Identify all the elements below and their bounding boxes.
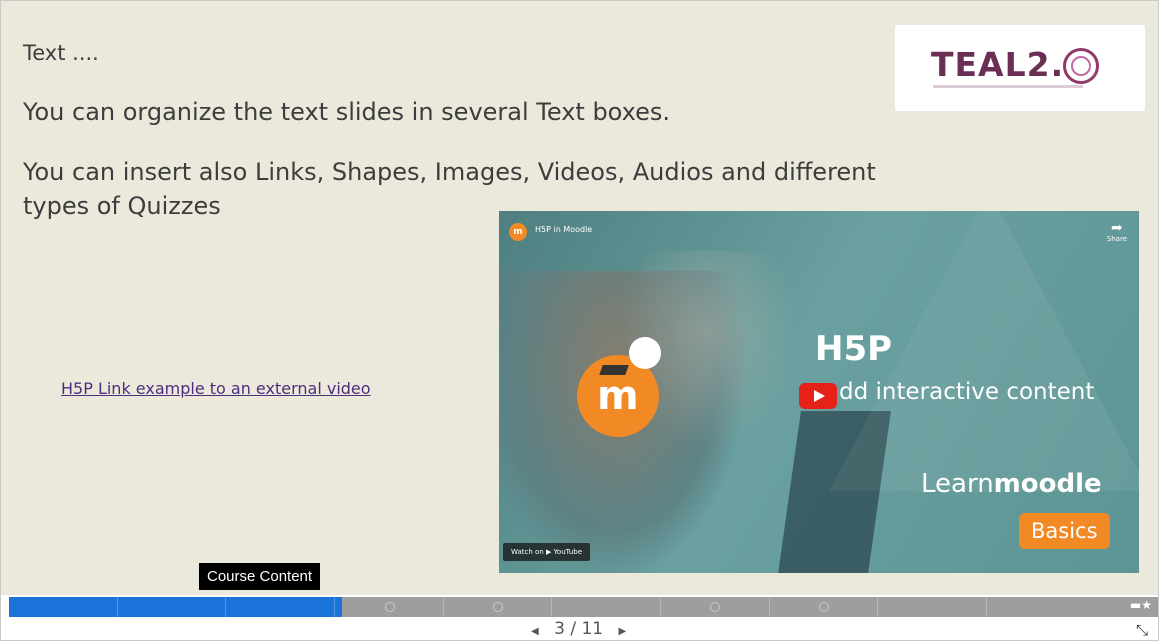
progress-fill [9,597,343,617]
progress-separator [117,597,118,617]
teal2-logo: TEAL2. [895,25,1145,111]
logo-tagline [933,85,1083,88]
next-slide-button[interactable]: ▶ [619,626,627,637]
external-video-link[interactable]: H5P Link example to an external video [61,379,371,398]
slide-counter: 3 / 11 [554,619,604,639]
video-subtitle: dd interactive content [839,379,1095,405]
share-icon: ➦ [1111,220,1123,236]
progress-separator [443,597,444,617]
presentation-footer: ◀ 3 / 11 ▶ ⤡ [1,617,1158,640]
youtube-play-icon[interactable] [799,383,837,409]
fullscreen-exit-icon[interactable]: ⤡ [1136,621,1148,639]
logo-text: TEAL2. [931,45,1065,84]
progress-separator [986,597,987,617]
summary-star-icon[interactable]: ▬★ [1130,598,1152,612]
progress-separator [334,597,335,617]
video-heading: H5P [815,329,893,369]
previous-slide-button[interactable]: ◀ [531,626,539,637]
progress-task-marker[interactable] [710,602,720,612]
slide-text-2: You can organize the text slides in seve… [23,98,670,126]
moodle-logo-dot [629,337,661,369]
progress-separator [769,597,770,617]
progress-separator [877,597,878,617]
progress-separator [225,597,226,617]
learn-moodle-brand: Learnmoodle [921,469,1102,499]
presentation-frame: Text .... You can organize the text slid… [0,0,1159,641]
watch-on-youtube-button[interactable]: Watch on ▶ YouTube [503,543,591,561]
learn-text: Learn [921,469,994,499]
channel-avatar-icon[interactable]: m [509,223,527,241]
basics-badge: Basics [1019,513,1110,549]
share-button[interactable]: ➦ Share [1107,221,1127,243]
video-title[interactable]: H5P in Moodle [535,225,592,234]
moodle-letter: m [597,373,639,419]
course-content-tooltip: Course Content [199,563,321,590]
share-label: Share [1106,235,1127,243]
youtube-video-embed[interactable]: m H5P in Moodle ➦ Share m H5P dd interac… [499,211,1139,573]
slide-text-1: Text .... [23,41,99,65]
logo-ring-icon [1063,48,1099,84]
moodle-brand-text: moodle [993,469,1102,499]
slide: Text .... You can organize the text slid… [1,1,1158,595]
progress-task-marker[interactable] [385,602,395,612]
progress-task-marker[interactable] [493,602,503,612]
slide-progress-bar[interactable]: ▬★ [9,597,1158,617]
progress-task-marker[interactable] [819,602,829,612]
progress-separator [551,597,552,617]
progress-separator [660,597,661,617]
slide-pager: ◀ 3 / 11 ▶ [521,619,636,639]
